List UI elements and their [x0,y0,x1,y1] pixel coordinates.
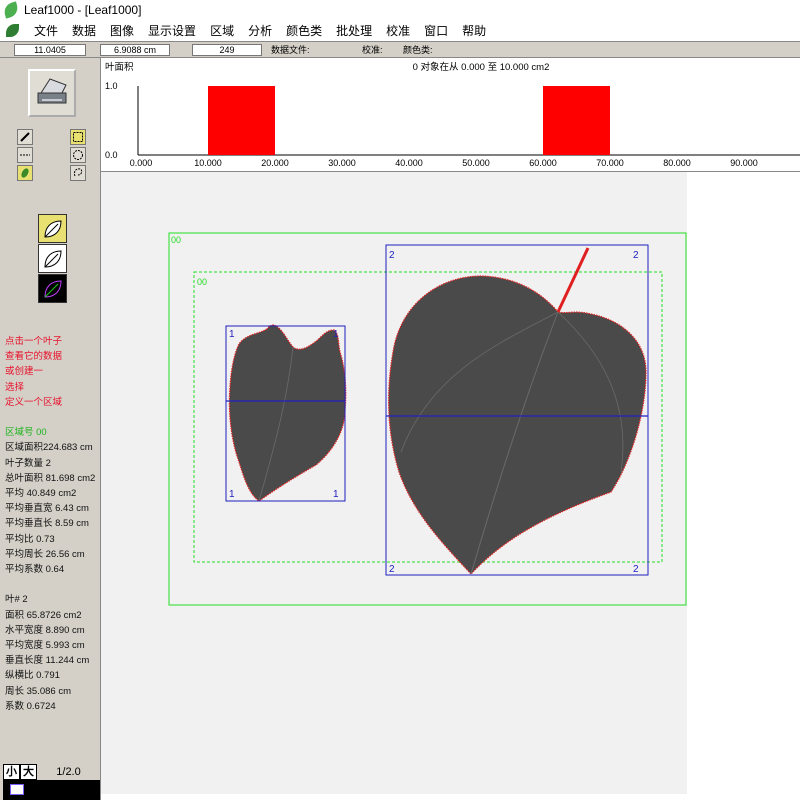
histogram-bar [208,86,275,155]
histogram-bar [543,86,610,155]
title-bar: Leaf1000 - [Leaf1000] [0,0,800,20]
leaf-2-label: 2 [389,564,395,575]
scanner-button[interactable] [28,69,76,117]
menu-analysis[interactable]: 分析 [241,22,279,39]
zoom-large-button[interactable]: 大 [20,764,37,780]
menu-help[interactable]: 帮助 [455,22,493,39]
leaf-stat: 纵横比 0.791 [5,670,60,682]
leaf-1[interactable] [228,324,347,502]
histogram-y-tick: 0.0 [105,150,118,160]
region-stat: 平均周长 26.56 cm [5,548,85,560]
coord-x-field: 11.0405 [14,44,86,56]
leaf-stat: 水平宽度 8.890 cm [5,624,85,636]
leaf-overlay: 00 00 1 1 1 1 2 2 2 2 [168,232,687,606]
left-panel: 点击一个叶子 查看它的数据 或创建一 选择 定义一个区域 区域号 00 区域面积… [0,58,101,800]
region-stat: 叶子数量 2 [5,457,51,469]
leaf-1-label: 1 [229,489,235,500]
instruction-line: 点击一个叶子 [5,336,63,347]
leaf-2-label: 2 [633,250,639,261]
histogram-x-tick: 30.000 [328,158,356,168]
info-text: 点击一个叶子 查看它的数据 或创建一 选择 定义一个区域 区域号 00 区域面积… [5,334,101,714]
color-class-label: 颜色类: [403,45,433,55]
instruction-line: 查看它的数据 [5,351,63,363]
instruction-line: 选择 [5,381,25,393]
value-field: 249 [192,44,262,56]
leaf-1-label: 1 [333,329,339,340]
instruction-line: 定义一个区域 [5,396,63,408]
thumbnail-icon [10,784,24,795]
leaf-1-label: 1 [229,329,235,340]
histogram-x-tick: 10.000 [194,158,222,168]
leaf-stat: 垂直长度 11.244 cm [5,655,90,667]
ellipse-select-icon[interactable] [70,147,86,163]
leaf-2-label: 2 [633,564,639,575]
histogram-y-tick: 1.0 [105,81,118,91]
histogram-x-tick: 90.000 [730,158,758,168]
leaf-title: 叶# 2 [5,594,28,606]
menu-leaf-icon[interactable] [6,24,19,37]
menu-color-class[interactable]: 颜色类 [279,22,329,39]
menu-data[interactable]: 数据 [65,22,103,39]
menu-window[interactable]: 窗口 [417,22,455,39]
histogram-x-tick: 0.000 [130,158,153,168]
menu-region[interactable]: 区域 [203,22,241,39]
region-stat: 平均比 0.73 [5,533,55,545]
length-field: 6.9088 cm [100,44,170,56]
window-title: Leaf1000 - [Leaf1000] [24,3,142,17]
histogram-x-tick: 80.000 [663,158,691,168]
region-stat: 区域面积224.683 cm [5,442,93,454]
instruction-line: 或创建一 [5,366,44,378]
data-file-label: 数据文件: [271,45,310,55]
menu-file[interactable]: 文件 [27,22,65,39]
zoom-level: 1/2.0 [56,766,81,778]
region-stat: 平均垂直宽 6.43 cm [5,503,89,515]
app-leaf-icon [2,1,20,19]
menu-image[interactable]: 图像 [103,22,141,39]
line-tool-icon[interactable] [17,147,33,163]
leaf-tool-icon[interactable] [17,165,33,181]
calibration-label: 校准: [362,45,383,55]
zoom-small-button[interactable]: 小 [3,764,20,780]
menu-display-settings[interactable]: 显示设置 [141,22,203,39]
leaf-2-label: 2 [389,250,395,261]
lasso-select-icon[interactable] [70,165,86,181]
pencil-tool-icon[interactable] [17,129,33,145]
histogram-x-tick: 20.000 [261,158,289,168]
leaf-white-mode-icon[interactable] [38,244,67,273]
histogram-x-tick: 50.000 [462,158,490,168]
leaf-color-mode-icon[interactable] [38,274,67,303]
region-inner-label: 00 [197,277,207,287]
leaf-stat: 平均宽度 5.993 cm [5,640,85,652]
leaf-outline-mode-icon[interactable] [38,214,67,243]
zoom-row: 小 大 1/2.0 [3,764,100,780]
thumbnail-strip[interactable] [3,780,100,800]
scanner-icon [37,78,67,104]
histogram-ylabel: 叶面积 [105,61,134,73]
histogram-x-tick: 60.000 [529,158,557,168]
histogram-title: 0 对象在从 0.000 至 10.000 cm2 [413,61,550,73]
histogram-chart: 叶面积 0 对象在从 0.000 至 10.000 cm2 0.0 1.0 0.0… [105,61,800,168]
leaf-stat: 系数 0.6724 [5,700,56,712]
info-bar: 11.0405 6.9088 cm 249 数据文件: 校准: 颜色类: [0,41,800,58]
leaf-stat: 面积 65.8726 cm2 [5,609,82,621]
region-stat: 平均系数 0.64 [5,564,65,576]
histogram-x-tick: 40.000 [395,158,423,168]
rect-select-icon[interactable] [70,129,86,145]
region-stat: 总叶面积 81.698 cm2 [5,472,96,484]
region-label: 00 [171,235,181,245]
menu-batch[interactable]: 批处理 [329,22,379,39]
leaf-stat: 周长 35.086 cm [5,685,71,697]
leaf-2-petiole [556,247,590,313]
histogram-x-tick: 70.000 [596,158,624,168]
menu-calibrate[interactable]: 校准 [379,22,417,39]
region-stat: 平均垂直长 8.59 cm [5,518,89,530]
leaf-1-label: 1 [333,489,339,500]
menu-bar: 文件 数据 图像 显示设置 区域 分析 颜色类 批处理 校准 窗口 帮助 [0,20,800,41]
region-title: 区域号 00 [5,427,47,439]
region-stat: 平均 40.849 cm2 [5,488,77,500]
image-canvas[interactable]: 00 00 1 1 1 1 2 2 2 2 [101,172,800,800]
leaf-area-histogram: 叶面积 0 对象在从 0.000 至 10.000 cm2 0.0 1.0 0.0… [101,58,800,172]
